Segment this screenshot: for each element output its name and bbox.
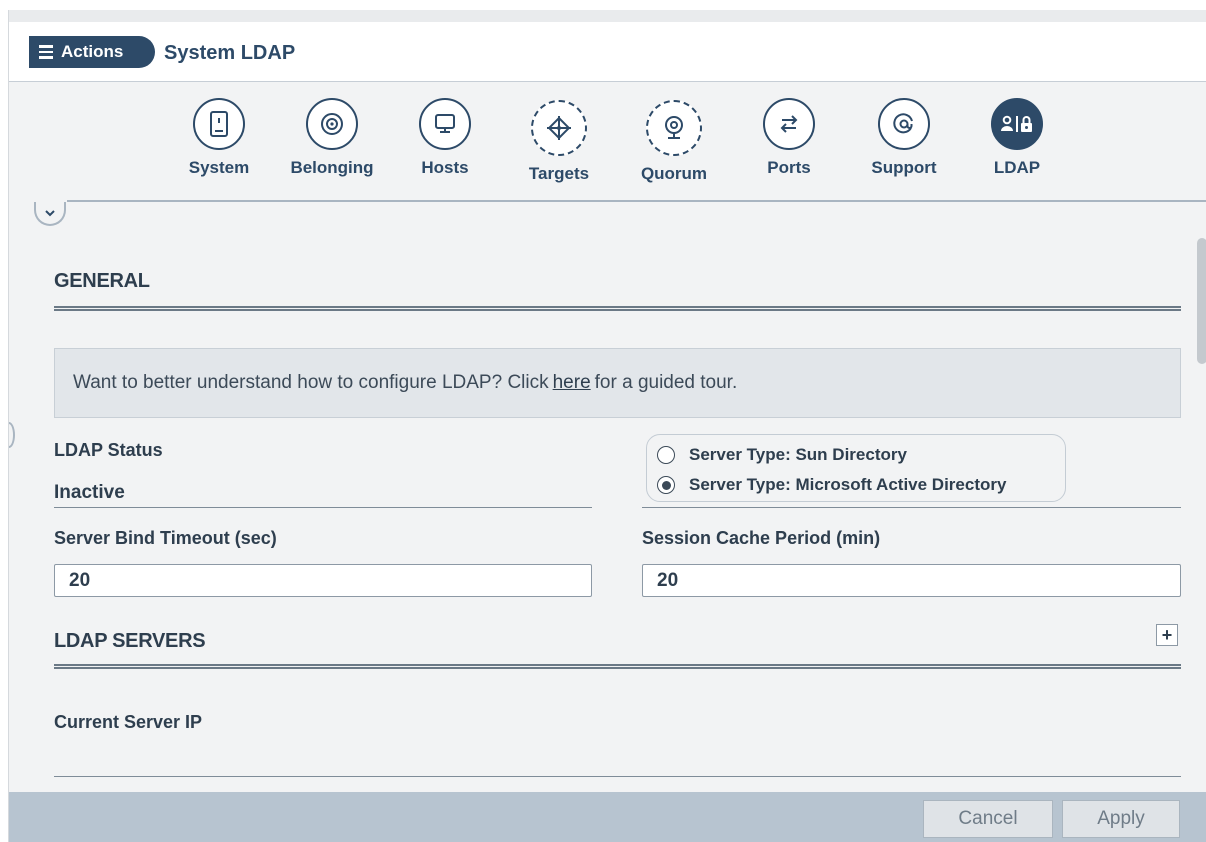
header-bar: Actions System LDAP (9, 22, 1206, 82)
app-frame: Actions System LDAP System Belonging Hos… (8, 10, 1206, 842)
tab-ldap[interactable]: LDAP (967, 98, 1067, 178)
radio-label: Server Type: Microsoft Active Directory (689, 475, 1007, 494)
banner-text-suffix: for a guided tour. (594, 372, 738, 393)
server-ip-underline (54, 776, 1181, 777)
scrollbar-thumb[interactable] (1197, 238, 1206, 364)
general-section-title: GENERAL (54, 270, 150, 292)
server-type-underline (642, 507, 1181, 508)
tab-label: System (188, 158, 250, 177)
tab-belonging[interactable]: Belonging (282, 98, 382, 178)
tab-label: Support (871, 158, 937, 177)
tab-label: LDAP (993, 158, 1041, 177)
tab-label: Belonging (290, 158, 374, 177)
chevron-down-icon (45, 210, 55, 217)
radio-active-directory[interactable]: Server Type: Microsoft Active Directory (657, 475, 1006, 495)
tab-ports[interactable]: Ports (739, 98, 839, 178)
banner-text: Want to better understand how to configu… (73, 372, 549, 393)
session-cache-input[interactable] (642, 564, 1181, 597)
tab-label: Hosts (421, 158, 469, 177)
monitor-icon (419, 98, 471, 150)
status-underline (54, 507, 592, 508)
tab-support[interactable]: Support (854, 98, 954, 178)
apply-button[interactable]: Apply (1062, 800, 1180, 838)
at-sign-icon (878, 98, 930, 150)
actions-label: Actions (61, 42, 124, 61)
tab-targets[interactable]: Targets (509, 100, 609, 184)
footer-bar: Cancel Apply (9, 792, 1206, 842)
hamburger-icon (39, 42, 53, 62)
tab-quorum[interactable]: Quorum (624, 100, 724, 184)
session-cache-label: Session Cache Period (min) (642, 528, 881, 548)
device-icon (193, 98, 245, 150)
bind-timeout-input[interactable] (54, 564, 592, 597)
ldap-status-label: LDAP Status (54, 440, 163, 460)
radio-checked-icon[interactable] (657, 476, 675, 494)
webcam-icon (646, 100, 702, 156)
tab-label: Quorum (640, 164, 708, 183)
tab-label: Targets (528, 164, 590, 183)
side-panel-handle[interactable] (9, 422, 15, 448)
add-server-button[interactable]: + (1156, 624, 1178, 646)
radio-unchecked-icon[interactable] (657, 446, 675, 464)
guided-tour-banner: Want to better understand how to configu… (54, 348, 1181, 418)
radio-sun-directory[interactable]: Server Type: Sun Directory (657, 445, 907, 465)
tab-hosts[interactable]: Hosts (395, 98, 495, 178)
section-divider (54, 306, 1181, 311)
bind-timeout-label: Server Bind Timeout (sec) (54, 528, 277, 548)
tab-system[interactable]: System (169, 98, 269, 178)
user-lock-icon (991, 98, 1043, 150)
tab-bar: System Belonging Hosts Targets Quorum Po… (9, 82, 1206, 202)
current-server-ip-label: Current Server IP (54, 712, 203, 732)
crosshair-icon (531, 100, 587, 156)
radio-label: Server Type: Sun Directory (689, 445, 907, 464)
server-type-group: Server Type: Sun Directory Server Type: … (646, 434, 1066, 502)
swap-arrows-icon (763, 98, 815, 150)
collapse-toggle[interactable] (34, 202, 66, 226)
ldap-status-value: Inactive (54, 482, 125, 503)
ldap-servers-section-title: LDAP SERVERS (54, 630, 206, 652)
target-ring-icon (306, 98, 358, 150)
actions-button[interactable]: Actions (29, 36, 155, 68)
guided-tour-link[interactable]: here (553, 372, 591, 394)
tab-divider (67, 200, 1206, 202)
page-title: System LDAP (164, 42, 296, 64)
top-strip (9, 10, 1206, 22)
section-divider (54, 664, 1181, 669)
cancel-button[interactable]: Cancel (923, 800, 1053, 838)
tab-label: Ports (767, 158, 811, 177)
